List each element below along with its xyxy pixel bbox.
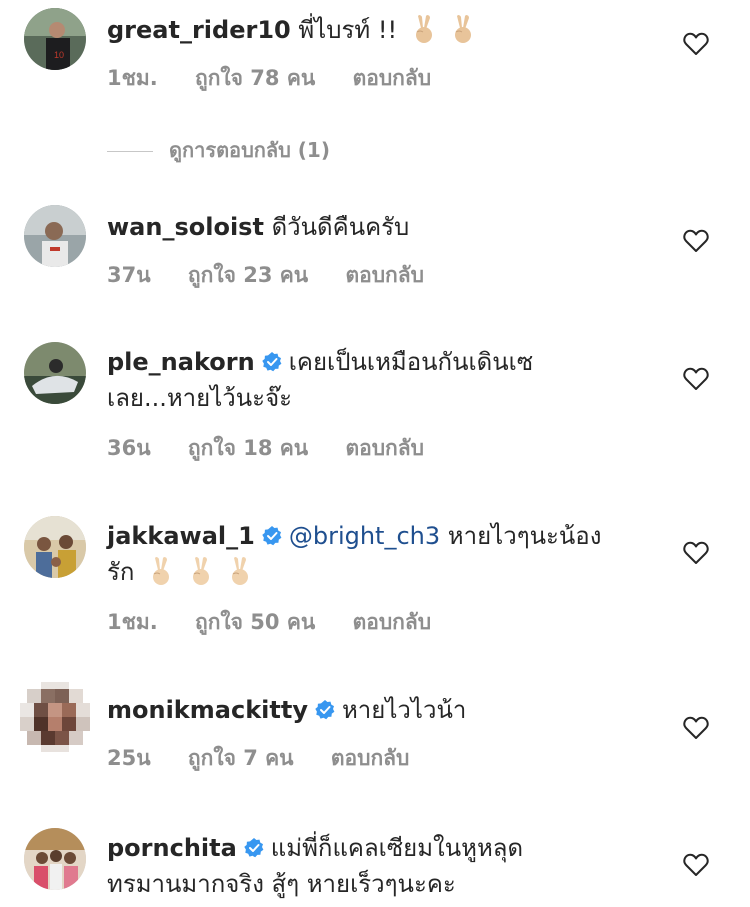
comment-body: jakkawal_1 @bright_ch3 หายไวๆนะน้อง รัก [107, 518, 627, 590]
reply-button[interactable]: ตอบกลับ [353, 610, 432, 634]
comment-text-continued: ทรมานมากจริง สู้ๆ หายเร็วๆนะคะ [107, 870, 456, 898]
view-replies-label: ดูการตอบกลับ (1) [169, 138, 330, 162]
victory-hand-emoji [188, 556, 214, 586]
verified-badge-icon [314, 699, 336, 721]
reply-button[interactable]: ตอบกลับ [331, 746, 410, 770]
comment-username[interactable]: great_rider10 [107, 16, 291, 44]
comment-username[interactable]: jakkawal_1 [107, 522, 255, 550]
comment-time: 36น [107, 436, 151, 460]
comment-likes[interactable]: ถูกใจ 18 คน [188, 436, 308, 460]
comment-text-continued: รัก [107, 558, 135, 586]
comment-meta: 1ชม. ถูกใจ 78 คน ตอบกลับ [107, 62, 461, 95]
comment-username[interactable]: wan_soloist [107, 213, 264, 241]
comment-text: ดีวันดีคืนครับ [271, 213, 410, 241]
svg-text:10: 10 [54, 50, 64, 60]
avatar[interactable] [24, 516, 86, 578]
comment-likes[interactable]: ถูกใจ 78 คน [195, 66, 315, 90]
reply-button[interactable]: ตอบกลับ [353, 66, 432, 90]
avatar[interactable] [20, 682, 90, 752]
comment-username[interactable]: ple_nakorn [107, 348, 255, 376]
comment-body: monikmackitty หายไวไวน้า [107, 692, 627, 728]
comment-body: ple_nakorn เคยเป็นเหมือนกันเดินเซ เลย...ห… [107, 344, 627, 416]
comment-meta: 36น ถูกใจ 18 คน ตอบกลับ [107, 432, 454, 465]
comment-body: great_rider10 พี่ไบรท์ !! [107, 12, 627, 48]
view-replies-button[interactable]: ดูการตอบกลับ (1) [107, 134, 330, 166]
comment-likes[interactable]: ถูกใจ 23 คน [188, 263, 308, 287]
comment-text: หายไวไวน้า [341, 696, 467, 724]
avatar[interactable] [24, 342, 86, 404]
avatar[interactable]: 10 [24, 8, 86, 70]
comment-meta: 1ชม. ถูกใจ 50 คน ตอบกลับ [107, 606, 461, 639]
comment-body: pornchita แม่พี่ก็แคลเซียมในหูหลุด ทรมานม… [107, 830, 627, 902]
reply-button[interactable]: ตอบกลับ [345, 263, 424, 287]
comment-username[interactable]: pornchita [107, 834, 237, 862]
heart-outline-icon[interactable] [683, 32, 709, 56]
comment-time: 37น [107, 263, 151, 287]
comment-likes[interactable]: ถูกใจ 50 คน [195, 610, 315, 634]
avatar[interactable] [24, 828, 86, 890]
victory-hand-emoji [148, 556, 174, 586]
comment-text: แม่พี่ก็แคลเซียมในหูหลุด [270, 834, 524, 862]
comment-text-continued: เลย...หายไว้นะจ๊ะ [107, 384, 293, 412]
verified-badge-icon [243, 837, 265, 859]
heart-outline-icon[interactable] [683, 367, 709, 391]
comment-meta: 25น ถูกใจ 7 คน ตอบกลับ [107, 742, 439, 775]
victory-hand-emoji [450, 14, 476, 44]
comment-text: เคยเป็นเหมือนกันเดินเซ [288, 348, 534, 376]
heart-outline-icon[interactable] [683, 541, 709, 565]
comment-text: พี่ไบรท์ !! [298, 16, 398, 44]
avatar[interactable] [24, 205, 86, 267]
comment-text: หายไวๆนะน้อง [447, 522, 602, 550]
heart-outline-icon[interactable] [683, 229, 709, 253]
verified-badge-icon [261, 351, 283, 373]
comment-meta: 37น ถูกใจ 23 คน ตอบกลับ [107, 259, 454, 292]
comment-time: 1ชม. [107, 66, 158, 90]
verified-badge-icon [261, 525, 283, 547]
reply-button[interactable]: ตอบกลับ [345, 436, 424, 460]
comment-body: wan_soloist ดีวันดีคืนครับ [107, 209, 627, 245]
victory-hand-emoji [227, 556, 253, 586]
comment-username[interactable]: monikmackitty [107, 696, 308, 724]
heart-outline-icon[interactable] [683, 853, 709, 877]
comment-time: 1ชม. [107, 610, 158, 634]
comment-likes[interactable]: ถูกใจ 7 คน [188, 746, 294, 770]
divider-line [107, 151, 153, 152]
mention-link[interactable]: @bright_ch3 [289, 522, 440, 550]
heart-outline-icon[interactable] [683, 716, 709, 740]
victory-hand-emoji [411, 14, 437, 44]
comment-time: 25น [107, 746, 151, 770]
